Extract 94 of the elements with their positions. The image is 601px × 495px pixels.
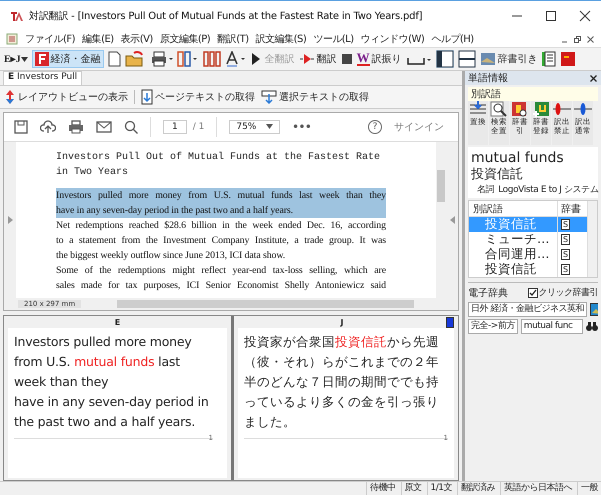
selection-download-icon — [261, 90, 277, 104]
window-title: 対訳翻訳 - [Investors Pull Out of Mutual Funds at the Fastest Rate in Two Years.pdf] — [29, 10, 422, 23]
new-document-icon[interactable] — [108, 51, 121, 67]
search-document-icon — [490, 101, 508, 117]
click-lookup-checkbox[interactable]: クリック辞書引 — [528, 286, 598, 299]
sign-in-link[interactable]: サインイン — [394, 120, 444, 134]
stacked-layout-icon[interactable] — [458, 50, 476, 68]
dictionary-search-icon — [511, 101, 529, 117]
document-icon[interactable] — [6, 33, 18, 45]
translation: 投資信託 — [471, 167, 524, 183]
app-logo-icon — [10, 10, 24, 22]
menu-item[interactable]: ヘルプ(H) — [431, 32, 474, 46]
article-paragraph: Investors pulled more money from U.S. mutual funds last week than they have in any seven-day period in the past two and a half years. — [56, 188, 386, 218]
panel-title: 単語情報 — [468, 72, 508, 85]
two-columns-icon[interactable] — [176, 51, 199, 67]
menu-item[interactable]: 訳文編集(S) — [256, 32, 306, 46]
status-item: 1/1文 — [426, 482, 455, 495]
close-icon[interactable] — [579, 10, 591, 22]
translate-button[interactable]: 翻訳 — [298, 52, 337, 66]
match-mode-dropdown[interactable]: 完全->前方 — [468, 319, 518, 334]
menu-item[interactable]: 翻訳(T) — [217, 32, 249, 46]
status-item: 翻訳済み — [457, 482, 498, 495]
font-icon[interactable] — [224, 51, 247, 67]
menu-item[interactable]: 表示(V) — [120, 32, 153, 46]
layout-view-button[interactable]: レイアウトビューの表示 — [4, 89, 128, 105]
bookmark-icon[interactable] — [446, 316, 454, 328]
cloud-upload-icon[interactable] — [40, 120, 56, 134]
e-dictionary-title: 電子辞典 — [468, 286, 508, 300]
close-icon[interactable] — [586, 34, 595, 44]
source-column-header: E — [114, 316, 122, 328]
field-button[interactable]: 経済・金融 — [32, 50, 104, 68]
slider-pass-icon — [574, 101, 592, 117]
status-item: 原文 — [400, 482, 425, 495]
menu-item[interactable]: ファイル(F) — [25, 32, 76, 46]
search-icon[interactable] — [124, 120, 138, 134]
menu-item[interactable]: 編集(E) — [82, 32, 114, 46]
export-icon[interactable] — [560, 51, 576, 67]
play-arrow-icon — [298, 53, 315, 65]
dictionary-name: LogoVista E to J システム — [498, 184, 598, 196]
section-label: 別訳語 — [468, 87, 598, 101]
caret-icon — [266, 124, 274, 130]
part-of-speech: 名詞 — [477, 184, 494, 196]
alternative-row[interactable]: 投資信託 S — [469, 217, 587, 232]
notepad-icon[interactable] — [542, 51, 556, 67]
headword: mutual funds — [471, 150, 565, 167]
article-paragraph: Net redemptions reached $28.6 billion in the week ended Dec. 16, according to a statement from the Investment Company Institute, a trade group. It was the biggest weekly outflow since June 2013, ICI data show. — [56, 219, 386, 263]
page-number-field[interactable]: 1 — [163, 120, 187, 134]
field-letter-icon — [34, 52, 49, 66]
landscape-picture-icon — [480, 52, 496, 66]
stop-icon[interactable] — [340, 53, 353, 65]
column-header: 別訳語 — [472, 202, 504, 216]
furigana-logo: W — [356, 52, 370, 66]
checkmark-icon — [528, 288, 536, 296]
restore-icon[interactable] — [573, 34, 582, 44]
source-sentence: have in any seven-day period in the past two and a half years. — [14, 393, 210, 431]
language-pair-dropdown[interactable]: E▸J — [4, 53, 28, 65]
article-paragraph: Some of the redemptions might reflect year-end tax-loss selling, which are sales made for tax purposes, ICI Senior Economist Shelly Antoniewicz said — [56, 264, 386, 293]
mail-icon[interactable] — [96, 120, 112, 134]
slider-stop-icon — [553, 101, 571, 117]
dictionary-lookup-button[interactable]: 辞書引き — [480, 52, 538, 66]
article-title: Investors Pull Out of Mutual Funds at the Fastest Rate in Two Years — [56, 150, 382, 180]
printer-icon[interactable] — [68, 120, 84, 134]
book-icon[interactable] — [590, 303, 598, 316]
menu-item[interactable]: ウィンドウ(W) — [360, 32, 424, 46]
search-field[interactable]: mutual func — [520, 319, 583, 334]
vertical-scrollbar[interactable] — [587, 201, 597, 277]
printer-icon[interactable] — [150, 51, 173, 67]
up-down-arrow-icon — [4, 89, 16, 105]
status-item: 一般 — [577, 482, 601, 495]
more-button[interactable]: ••• — [292, 122, 312, 132]
side-by-side-layout-icon[interactable] — [436, 50, 454, 68]
target-column-header: J — [340, 318, 344, 326]
page-download-icon — [141, 89, 153, 105]
play-icon[interactable] — [250, 52, 261, 66]
zoom-dropdown[interactable]: 75% — [229, 120, 280, 134]
caret-icon — [20, 57, 28, 62]
help-button[interactable]: ? — [368, 120, 382, 134]
furigana-button[interactable]: W訳振り — [356, 52, 402, 66]
dictionary-add-icon — [532, 101, 550, 117]
menu-item[interactable]: ツール(L) — [313, 32, 354, 46]
target-sentence: 投資家が合衆国投資信託から先週（彼・それ）らがこれまでの２年半のどんな７日間の期間ででも持っているより多くの金を引っ張りました。 — [244, 333, 440, 431]
page-total: / 1 — [192, 122, 204, 132]
dictionary-dropdown[interactable]: 日外 経済・金融ビジネス英和 — [468, 302, 587, 317]
close-icon[interactable] — [589, 74, 598, 82]
get-selected-text-button[interactable]: 選択テキストの取得 — [261, 90, 369, 104]
document-tab[interactable]: E Investors Pull — [3, 71, 82, 85]
save-icon[interactable] — [14, 120, 28, 134]
binoculars-icon[interactable] — [586, 321, 598, 332]
status-item: 英語から日本語へ — [500, 482, 575, 495]
get-page-text-button[interactable]: ページテキストの取得 — [141, 89, 255, 105]
status-item: 待機中 — [366, 482, 399, 495]
three-columns-icon[interactable] — [202, 51, 221, 67]
menu-item[interactable]: 原文編集(P) — [160, 32, 210, 46]
maximize-icon[interactable] — [545, 10, 557, 22]
